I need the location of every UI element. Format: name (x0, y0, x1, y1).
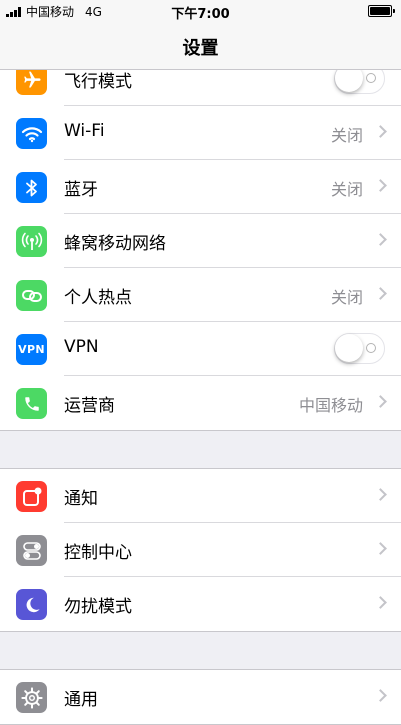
chevron-right-icon (374, 488, 387, 501)
chevron-right-icon (374, 689, 387, 702)
page-title: 设置 (182, 38, 219, 59)
row-label: 通用 (64, 690, 98, 710)
row-label: 蜂窝移动网络 (64, 234, 166, 254)
gear-icon (16, 682, 47, 713)
vpn-icon: VPN (16, 334, 47, 365)
row-cellular[interactable]: 蜂窝移动网络 (0, 214, 401, 268)
row-label: 运营商 (64, 396, 115, 416)
row-label: 通知 (64, 489, 98, 509)
bluetooth-icon (16, 172, 47, 203)
cellular-icon (16, 226, 47, 257)
row-label: Wi-Fi (64, 121, 105, 141)
row-value: 关闭 (330, 180, 363, 199)
row-do-not-disturb[interactable]: 勿扰模式 (0, 577, 401, 631)
row-notifications[interactable]: 通知 (0, 469, 401, 523)
row-wifi[interactable]: Wi-Fi 关闭 (0, 106, 401, 160)
row-bluetooth[interactable]: 蓝牙 关闭 (0, 160, 401, 214)
status-bar: 中国移动 4G 下午7:00 (0, 0, 401, 22)
chevron-right-icon (374, 125, 387, 138)
status-time: 下午7:00 (171, 7, 230, 22)
battery-icon (368, 5, 395, 17)
chevron-right-icon (374, 233, 387, 246)
settings-list: 飞行模式 Wi-Fi 关闭 蓝牙 关闭 蜂窝移动网络 个人热点 关闭 VPN V… (0, 52, 401, 725)
row-vpn[interactable]: VPN VPN (0, 322, 401, 376)
settings-group-notifications: 通知 控制中心 勿扰模式 (0, 468, 401, 632)
row-label: 控制中心 (64, 543, 132, 563)
settings-group-connectivity: 飞行模式 Wi-Fi 关闭 蓝牙 关闭 蜂窝移动网络 个人热点 关闭 VPN V… (0, 52, 401, 431)
row-label: 蓝牙 (64, 180, 98, 200)
row-control-center[interactable]: 控制中心 (0, 523, 401, 577)
chevron-right-icon (374, 179, 387, 192)
vpn-icon-text: VPN (18, 343, 45, 356)
chevron-right-icon (374, 395, 387, 408)
settings-group-general: 通用 (0, 669, 401, 725)
row-personal-hotspot[interactable]: 个人热点 关闭 (0, 268, 401, 322)
off-indicator (366, 343, 376, 353)
chevron-right-icon (374, 542, 387, 555)
chevron-right-icon (374, 287, 387, 300)
vpn-toggle[interactable] (334, 333, 385, 364)
row-label: 个人热点 (64, 288, 132, 308)
row-general[interactable]: 通用 (0, 670, 401, 724)
chevron-right-icon (374, 596, 387, 609)
row-carrier[interactable]: 运营商 中国移动 (0, 376, 401, 430)
navigation-bar: 设置 (0, 22, 401, 70)
row-value: 中国移动 (298, 396, 363, 415)
row-value: 关闭 (330, 126, 363, 145)
hotspot-icon (16, 280, 47, 311)
phone-icon (16, 388, 47, 419)
toggle-knob (335, 334, 363, 362)
row-value: 关闭 (330, 288, 363, 307)
row-label: 勿扰模式 (64, 597, 132, 617)
notifications-icon (16, 481, 47, 512)
row-label: 飞行模式 (64, 72, 132, 92)
control-center-icon (16, 535, 47, 566)
moon-icon (16, 589, 47, 620)
row-label: VPN (64, 337, 99, 357)
wifi-icon (16, 118, 47, 149)
off-indicator (366, 73, 376, 83)
